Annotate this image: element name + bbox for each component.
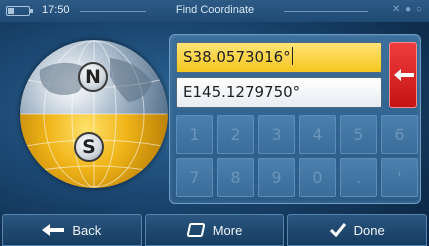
latitude-field[interactable]: S38.0573016° [176,42,382,73]
back-button[interactable]: Back [2,214,142,246]
status-bar: 17:50 Find Coordinate ✕ ● ○ [0,0,429,22]
text-cursor [291,47,293,65]
key-0[interactable]: 0 [299,158,336,197]
longitude-value: E145.1279750° [183,83,301,101]
battery-icon [6,6,33,16]
key-2[interactable]: 2 [217,115,254,154]
key-6[interactable]: 6 [381,115,418,154]
key-minute-mark[interactable]: ' [381,158,418,197]
done-label: Done [353,222,385,238]
key-7[interactable]: 7 [176,158,213,197]
clock: 17:50 [42,4,70,16]
key-4[interactable]: 4 [299,115,336,154]
south-button[interactable]: S [74,132,104,162]
north-button[interactable]: N [78,62,108,92]
key-5[interactable]: 5 [340,115,377,154]
checkmark-icon [329,223,346,237]
more-button[interactable]: More [144,214,285,246]
latitude-value: S38.0573016° [183,48,291,66]
bottom-bar: Back More Done [0,214,429,246]
left-arrow-icon [394,69,414,81]
gps-status-icon: ✕ ● ○ [391,4,423,15]
screen-title: Find Coordinate [175,4,255,16]
more-label: More [212,222,243,238]
coordinate-input-panel: S38.0573016° E145.1279750° 1 2 3 4 5 6 7… [169,34,421,204]
title-divider-left [80,11,146,12]
key-1[interactable]: 1 [176,115,213,154]
title-divider-right [284,11,368,12]
backspace-button[interactable] [389,42,417,108]
back-label: Back [72,222,102,238]
left-arrow-icon [42,224,65,236]
key-decimal[interactable]: . [340,158,377,197]
numeric-keypad: 1 2 3 4 5 6 7 8 9 0 . ' [176,115,418,197]
longitude-field[interactable]: E145.1279750° [176,77,382,108]
rounded-square-icon [186,223,205,237]
find-coordinate-screen: 17:50 Find Coordinate ✕ ● ○ N S S38.0573… [0,0,429,246]
globe-hemisphere-selector[interactable]: N S [20,40,168,188]
key-3[interactable]: 3 [258,115,295,154]
key-9[interactable]: 9 [258,158,295,197]
key-8[interactable]: 8 [217,158,254,197]
done-button[interactable]: Done [287,214,428,246]
